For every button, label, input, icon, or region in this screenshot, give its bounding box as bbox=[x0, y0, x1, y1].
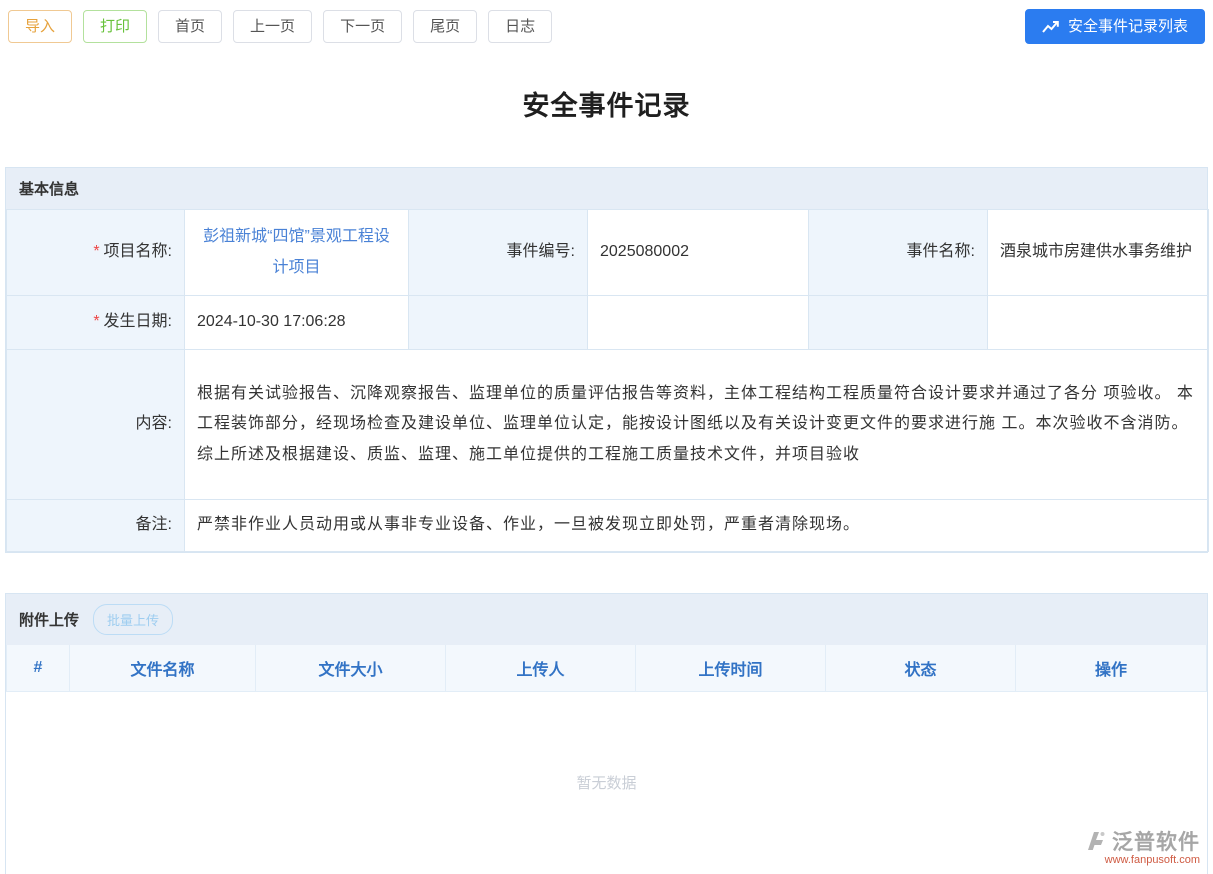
event-name-value: 酒泉城市房建供水事务维护 bbox=[988, 210, 1209, 296]
table-row: 备注: 严禁非作业人员动用或从事非专业设备、作业，一旦被发现立即处罚，严重者清除… bbox=[7, 500, 1209, 552]
prev-page-button[interactable]: 上一页 bbox=[233, 10, 312, 43]
column-header-file-name: 文件名称 bbox=[70, 645, 256, 692]
attachments-table: # 文件名称 文件大小 上传人 上传时间 状态 操作 暂无数据 bbox=[6, 645, 1207, 874]
column-header-status: 状态 bbox=[826, 645, 1016, 692]
basic-info-table: *项目名称: 彭祖新城“四馆”景观工程设计项目 事件编号: 2025080002… bbox=[6, 209, 1209, 552]
attachments-header-row: # 文件名称 文件大小 上传人 上传时间 状态 操作 bbox=[7, 645, 1207, 692]
content-value: 根据有关试验报告、沉降观察报告、监理单位的质量评估报告等资料，主体工程结构工程质… bbox=[185, 350, 1209, 500]
column-header-upload-time: 上传时间 bbox=[636, 645, 826, 692]
occur-date-label: *发生日期: bbox=[7, 296, 185, 350]
empty-cell bbox=[809, 296, 988, 350]
import-button[interactable]: 导入 bbox=[8, 10, 72, 43]
remark-value: 严禁非作业人员动用或从事非专业设备、作业，一旦被发现立即处罚，严重者清除现场。 bbox=[185, 500, 1209, 552]
column-header-file-size: 文件大小 bbox=[256, 645, 446, 692]
table-row: 内容: 根据有关试验报告、沉降观察报告、监理单位的质量评估报告等资料，主体工程结… bbox=[7, 350, 1209, 500]
attachments-section-title: 附件上传 bbox=[19, 609, 79, 630]
attachments-section-header: 附件上传 批量上传 bbox=[6, 594, 1207, 645]
occur-date-value: 2024-10-30 17:06:28 bbox=[185, 296, 409, 350]
attachments-panel: 附件上传 批量上传 # 文件名称 文件大小 上传人 上传时间 状态 操作 暂无数… bbox=[5, 593, 1208, 874]
column-header-index: # bbox=[7, 645, 70, 692]
empty-cell bbox=[409, 296, 588, 350]
brand-site-url: www.fanpusoft.com bbox=[1083, 854, 1200, 866]
table-row: *项目名称: 彭祖新城“四馆”景观工程设计项目 事件编号: 2025080002… bbox=[7, 210, 1209, 296]
event-no-value: 2025080002 bbox=[588, 210, 809, 296]
fanpu-watermark: 泛普软件 www.fanpusoft.com bbox=[1083, 826, 1200, 866]
safety-event-list-button-label: 安全事件记录列表 bbox=[1068, 19, 1188, 34]
empty-state-text: 暂无数据 bbox=[7, 692, 1207, 874]
basic-info-panel: 基本信息 *项目名称: 彭祖新城“四馆”景观工程设计项目 事件编号: 20250… bbox=[5, 167, 1208, 553]
batch-upload-button[interactable]: 批量上传 bbox=[93, 604, 173, 635]
log-button[interactable]: 日志 bbox=[488, 10, 552, 43]
empty-cell bbox=[988, 296, 1209, 350]
trend-chart-icon bbox=[1042, 20, 1060, 34]
column-header-uploader: 上传人 bbox=[446, 645, 636, 692]
required-asterisk: * bbox=[93, 243, 99, 260]
project-name-label: *项目名称: bbox=[7, 210, 185, 296]
empty-cell bbox=[588, 296, 809, 350]
empty-state-row: 暂无数据 bbox=[7, 692, 1207, 874]
safety-event-list-button[interactable]: 安全事件记录列表 bbox=[1025, 9, 1205, 44]
required-asterisk: * bbox=[93, 313, 99, 330]
last-page-button[interactable]: 尾页 bbox=[413, 10, 477, 43]
column-header-operation: 操作 bbox=[1016, 645, 1207, 692]
page-title: 安全事件记录 bbox=[0, 84, 1213, 123]
fanpu-logo-icon bbox=[1083, 829, 1107, 853]
basic-info-section-title: 基本信息 bbox=[19, 178, 79, 199]
event-name-label: 事件名称: bbox=[809, 210, 988, 296]
content-label: 内容: bbox=[7, 350, 185, 500]
print-button[interactable]: 打印 bbox=[83, 10, 147, 43]
table-row: *发生日期: 2024-10-30 17:06:28 bbox=[7, 296, 1209, 350]
brand-name: 泛普软件 bbox=[1112, 826, 1200, 856]
toolbar: 导入 打印 首页 上一页 下一页 尾页 日志 安全事件记录列表 bbox=[0, 0, 1213, 52]
project-name-value[interactable]: 彭祖新城“四馆”景观工程设计项目 bbox=[185, 210, 409, 296]
event-no-label: 事件编号: bbox=[409, 210, 588, 296]
first-page-button[interactable]: 首页 bbox=[158, 10, 222, 43]
basic-info-section-header: 基本信息 bbox=[6, 168, 1207, 209]
next-page-button[interactable]: 下一页 bbox=[323, 10, 402, 43]
remark-label: 备注: bbox=[7, 500, 185, 552]
